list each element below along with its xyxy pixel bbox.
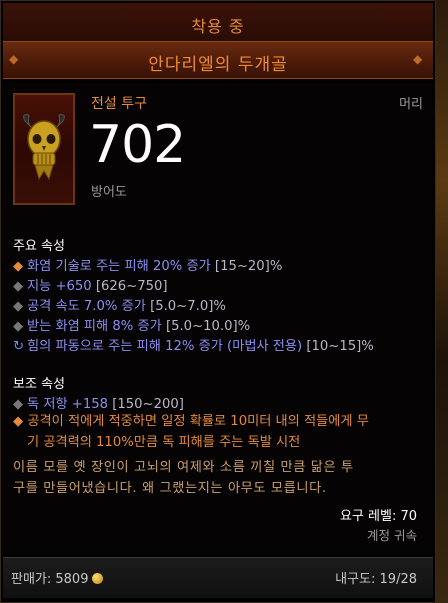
item-name: 안다리엘의 두개골 bbox=[148, 55, 288, 75]
enchant-swirl-icon: ↻ bbox=[13, 339, 25, 354]
legendary-power: ◆ 공격이 적에게 적중하면 일정 확률로 10미터 내의 적들에게 무 기 공… bbox=[13, 414, 369, 450]
secondary-stats-title: 보조 속성 bbox=[13, 377, 65, 392]
binding-status: 계정 귀속 bbox=[367, 528, 417, 543]
equipped-header: 착용 중 bbox=[3, 3, 433, 42]
item-portrait bbox=[13, 93, 75, 205]
item-slot: 머리 bbox=[399, 97, 423, 112]
diamond-bullet-icon: ◆ bbox=[13, 259, 24, 274]
sell-price: 판매가: 5809 bbox=[11, 568, 104, 587]
item-type: 전설 투구 bbox=[91, 96, 147, 112]
stat-line: ↻ 힘의 파동으로 주는 피해 12% 증가 (마법사 전용) [10~15]% bbox=[13, 339, 374, 354]
armor-label: 방어도 bbox=[91, 185, 127, 200]
diamond-bullet-icon: ◆ bbox=[13, 397, 24, 412]
tooltip-footer: 판매가: 5809 내구도: 19/28 bbox=[3, 557, 433, 598]
item-tooltip: 착용 중 ◆ 안다리엘의 두개골 ◆ 전설 투구 머리 702 방어도 주요 속… bbox=[0, 0, 436, 603]
stat-line: ◆ 받는 화염 피해 8% 증가 [5.0~10.0]% bbox=[13, 319, 251, 334]
stat-line: ◆ 독 저항 +158 [150~200] bbox=[13, 397, 184, 412]
gold-coin-icon bbox=[92, 573, 104, 584]
diamond-bullet-icon: ◆ bbox=[13, 279, 24, 294]
stat-line: ◆ 화염 기술로 주는 피해 20% 증가 [15~20]% bbox=[13, 259, 283, 274]
ornament-right-icon: ◆ bbox=[413, 52, 423, 66]
background-edge bbox=[436, 0, 448, 603]
flavor-text: 이름 모를 옛 장인이 고뇌의 여제와 소름 끼칠 만큼 닮은 투 구를 만들어… bbox=[13, 460, 354, 496]
primary-stats-title: 주요 속성 bbox=[13, 239, 65, 254]
diamond-bullet-icon: ◆ bbox=[13, 299, 24, 314]
durability: 내구도: 19/28 bbox=[335, 572, 417, 587]
item-name-header: ◆ 안다리엘의 두개골 ◆ bbox=[3, 41, 433, 79]
legendary-bullet-icon: ◆ bbox=[13, 414, 24, 429]
stat-line: ◆ 지능 +650 [626~750] bbox=[13, 279, 168, 294]
diamond-bullet-icon: ◆ bbox=[13, 319, 24, 334]
equipped-label: 착용 중 bbox=[191, 17, 245, 36]
stat-line: ◆ 공격 속도 7.0% 증가 [5.0~7.0]% bbox=[13, 299, 226, 314]
skull-helm-icon bbox=[23, 114, 65, 181]
armor-value: 702 bbox=[89, 115, 186, 175]
tooltip-body: 전설 투구 머리 702 방어도 주요 속성 ◆ 화염 기술로 주는 피해 20%… bbox=[3, 83, 433, 553]
level-requirement: 요구 레벨: 70 bbox=[339, 509, 417, 524]
